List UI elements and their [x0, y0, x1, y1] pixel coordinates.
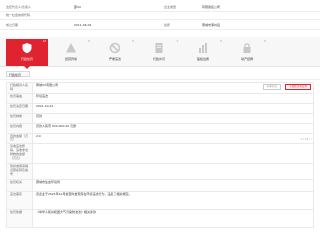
tab-label: 经营异常 [64, 57, 77, 61]
field-value [32, 163, 314, 181]
field-key: 处罚机关 [6, 179, 33, 193]
field-value: 晋城市生态环境局 [32, 179, 314, 193]
field-key: 处罚内容 [6, 122, 33, 134]
field-value: 罚款人民币 ¥20,000.00 元整 [32, 122, 314, 134]
table-row: 处罚依据 《中华人民共和国大气污染防治法》相关条款 [6, 209, 314, 229]
founded-date-label: 成立日期 [6, 23, 19, 27]
document-icon [155, 43, 163, 53]
ban-icon [109, 42, 121, 54]
table-row: 处罚机关 晋城市生态环境局 [6, 179, 314, 193]
chart-icon [199, 43, 207, 53]
field-value: 《中华人民共和国大气污染防治法》相关条款 [32, 209, 314, 229]
field-key: 没收违法所得、没收非法财物的金额（万元） [6, 143, 33, 165]
tab-business-abnormal[interactable]: 经营异常 0 [50, 39, 92, 66]
back-button-label: 行政处罚 [9, 72, 22, 77]
warning-icon [66, 43, 76, 53]
tab-count: 0 [88, 40, 90, 43]
field-key: 暂扣或者吊销证照名称及编号 [6, 163, 33, 181]
field-key: 违法事实 [6, 191, 33, 211]
shield-icon [22, 43, 32, 54]
detail-toolbar: 行政处罚 1 / 13 ‹ › [0, 67, 320, 141]
field-value: 该企业于2021年10月检查时发现存在环境违法行为，违反了相关规定。 [32, 191, 314, 211]
category-tabs: 行政处罚 13 经营异常 0 严重违法 0 行政许可 1 股权出质 0 动产抵押… [0, 37, 320, 69]
table-row: 处罚决定日期 2021-10-21 [6, 102, 314, 114]
founded-date-value: 2011-06-02 [74, 23, 92, 27]
summary-row-credit-code: 统一社会信用代码 [0, 10, 320, 20]
tab-count: 0 [132, 40, 134, 43]
tab-count: 1 [176, 40, 178, 43]
related-info-button[interactable]: 关联信息 [262, 84, 281, 90]
field-key: 罚款金额（万元） [6, 132, 33, 145]
table-row: 暂扣或者吊销证照名称及编号 [6, 163, 314, 181]
field-key: 处罚种类 [6, 112, 33, 124]
back-to-list-button[interactable]: 行政处罚 [6, 71, 30, 77]
summary-row-founded: 成立日期 2011-06-02 住所 晋城市泽州县 [0, 20, 320, 30]
field-key: 行政相对人名称 [6, 82, 33, 94]
table-row: 处罚内容 罚款人民币 ¥20,000.00 元整 [6, 122, 314, 134]
field-value-cell: 晋城XX有限公司 关联信息 下载处罚决定书 [32, 82, 314, 94]
tab-count: 13 [42, 40, 46, 43]
legal-rep-label: 法定代表人/负责人 [6, 5, 32, 9]
tab-label: 行政处罚 [20, 57, 33, 61]
tab-count: 0 [264, 40, 266, 43]
tab-label: 股权出质 [196, 57, 209, 61]
address-label: 住所 [164, 23, 171, 27]
tab-serious-violation[interactable]: 严重违法 0 [94, 39, 136, 66]
tab-label: 动产抵押 [240, 57, 253, 61]
tab-label: 严重违法 [108, 57, 121, 61]
company-type-label: 企业类型 [164, 5, 177, 9]
field-value: 2021-10-21 [32, 102, 314, 114]
table-row: 罚款金额（万元） 2.0 [6, 132, 314, 145]
field-value: 环境违法 [32, 92, 314, 104]
table-row: 行政相对人名称 晋城XX有限公司 关联信息 下载处罚决定书 [6, 82, 314, 94]
field-key: 处罚事由 [6, 92, 33, 104]
credit-code-label: 统一社会信用代码 [6, 13, 31, 17]
table-row: 处罚事由 环境违法 [6, 92, 314, 104]
tab-administrative-license[interactable]: 行政许可 1 [138, 39, 180, 66]
field-value: 2.0 [32, 132, 314, 145]
tab-count: 0 [220, 40, 222, 43]
tab-equity-pledge[interactable]: 股权出质 0 [182, 39, 224, 66]
field-key: 处罚决定日期 [6, 102, 33, 114]
field-value [32, 143, 314, 165]
table-row: 违法事实 该企业于2021年10月检查时发现存在环境违法行为，违反了相关规定。 [6, 191, 314, 211]
field-key: 处罚依据 [6, 209, 33, 229]
address-value: 晋城市泽州县 [202, 23, 221, 27]
table-row: 处罚种类 罚款 [6, 112, 314, 124]
table-row: 没收违法所得、没收非法财物的金额（万元） [6, 143, 314, 165]
legal-rep-value: 邵XX [74, 5, 82, 9]
tab-label: 行政许可 [152, 57, 165, 61]
tab-chattel-mortgage[interactable]: 动产抵押 0 [226, 39, 268, 66]
field-value: 罚款 [32, 112, 314, 124]
penalty-detail-table: 行政相对人名称 晋城XX有限公司 关联信息 下载处罚决定书 处罚事由 环境违法 … [6, 82, 314, 229]
lock-icon [243, 43, 251, 53]
download-decision-button[interactable]: 下载处罚决定书 [284, 84, 311, 90]
tab-administrative-penalty[interactable]: 行政处罚 13 [6, 39, 48, 69]
field-value: 晋城XX有限公司 [36, 83, 59, 87]
company-type-value: 有限责任公司 [202, 5, 221, 9]
